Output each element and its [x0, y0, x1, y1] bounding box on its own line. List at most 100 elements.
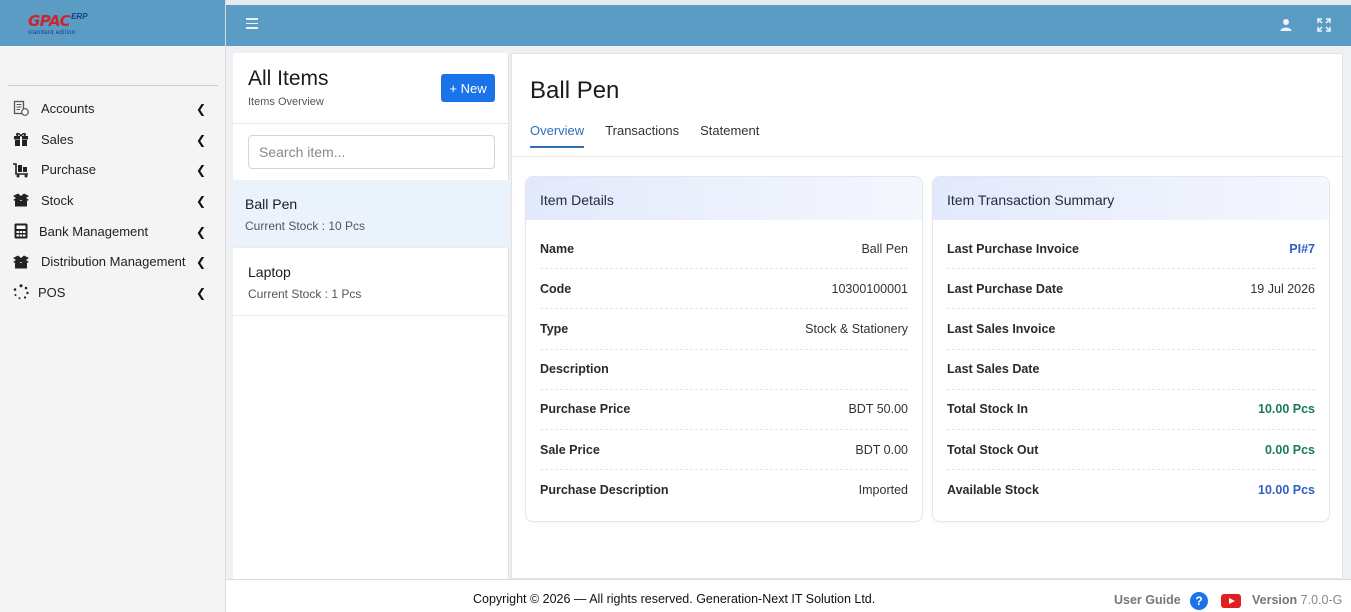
logo-subtitle: standard edition [28, 30, 76, 36]
sidebar-item-stock[interactable]: Stock ❮ [0, 185, 226, 216]
sidebar: GPACERP standard edition Accounts ❮ Sale… [0, 0, 226, 612]
sidebar-item-label: POS [38, 284, 66, 300]
list-item[interactable]: Laptop Current Stock : 1 Pcs [233, 248, 509, 316]
sidebar-item-sales[interactable]: Sales ❮ [0, 124, 226, 155]
brand-bar: GPACERP standard edition [0, 0, 225, 46]
row-label: Code [540, 281, 572, 296]
row-label: Purchase Description [540, 483, 669, 498]
sidebar-item-purchase[interactable]: Purchase ❮ [0, 154, 226, 185]
items-list: Ball Pen Current Stock : 10 Pcs Laptop C… [233, 180, 509, 316]
tab-statement[interactable]: Statement [700, 123, 759, 148]
sidebar-item-label: Accounts [41, 100, 95, 116]
sidebar-menu: Accounts ❮ Sales ❮ Purchase ❮ Stock ❮ Ba… [0, 93, 226, 308]
sidebar-item-pos[interactable]: POS ❮ [0, 277, 226, 308]
row-label: Sale Price [540, 442, 600, 457]
card-title: Item Details [526, 177, 922, 220]
summary-row: Total Stock Out 0.00 Pcs [947, 430, 1315, 471]
row-label: Type [540, 321, 569, 336]
calculator-icon [11, 223, 31, 239]
tabs-divider [512, 156, 1342, 157]
menu-toggle-icon[interactable] [246, 18, 258, 29]
item-details-card: Item Details Name Ball Pen Code 1030010000… [525, 176, 923, 522]
detail-row: Purchase Description Imported [540, 470, 908, 510]
row-value: BDT 50.00 [848, 402, 908, 417]
summary-row: Last Purchase Date 19 Jul 2026 [947, 269, 1315, 310]
list-divider [233, 123, 509, 124]
chevron-left-icon: ❮ [195, 286, 206, 301]
row-label: Last Purchase Invoice [947, 241, 1080, 256]
detail-row: Description [540, 350, 908, 390]
sidebar-item-distribution-management[interactable]: Distribution Management ❮ [0, 246, 226, 277]
chevron-left-icon: ❮ [195, 224, 206, 239]
search-input[interactable] [248, 135, 495, 169]
detail-row: Sale Price BDT 0.00 [540, 430, 908, 471]
row-value: Imported [858, 483, 908, 498]
version-label: Version [1252, 593, 1298, 607]
items-list-panel: All Items Items Overview + New Ball Pen … [233, 53, 509, 579]
row-value: Ball Pen [861, 241, 908, 256]
user-guide-link[interactable]: User Guide [1114, 593, 1181, 607]
item-detail-panel: Ball Pen Overview Transactions Statement… [511, 53, 1343, 579]
footer: Copyright © 2026 — All rights reserved. … [226, 579, 1351, 612]
fullscreen-icon[interactable] [1317, 18, 1331, 32]
summary-row: Total Stock In 10.00 Pcs [947, 390, 1315, 430]
sidebar-item-accounts[interactable]: Accounts ❮ [0, 93, 226, 124]
row-label: Available Stock [947, 483, 1039, 498]
row-value: 19 Jul 2026 [1250, 281, 1315, 296]
transaction-summary-card: Item Transaction Summary Last Purchase I… [932, 176, 1330, 522]
copyright-text: Copyright © 2026 — All rights reserved. … [473, 592, 876, 606]
row-label: Last Sales Invoice [947, 321, 1056, 336]
user-icon[interactable] [1279, 18, 1293, 32]
row-label: Name [540, 241, 575, 256]
logo-text: GPAC [28, 12, 71, 30]
list-subtitle: Items Overview [248, 96, 324, 108]
detail-row: Purchase Price BDT 50.00 [540, 390, 908, 430]
top-bar [226, 5, 1351, 46]
list-title: All Items [248, 67, 329, 90]
help-icon[interactable]: ? [1190, 592, 1208, 610]
list-item[interactable]: Ball Pen Current Stock : 10 Pcs [233, 180, 509, 248]
page-title: Ball Pen [530, 77, 620, 104]
sidebar-item-bank-management[interactable]: Bank Management ❮ [0, 216, 226, 247]
version-text: Version 7.0.0-G [1252, 593, 1342, 607]
chevron-left-icon: ❮ [195, 132, 206, 147]
row-label: Purchase Price [540, 402, 631, 417]
summary-row: Last Sales Date [947, 350, 1315, 390]
detail-row: Name Ball Pen [540, 229, 908, 270]
sidebar-item-label: Purchase [41, 162, 96, 178]
item-stock: Current Stock : 10 Pcs [245, 219, 366, 233]
sidebar-item-label: Bank Management [39, 223, 149, 239]
sidebar-divider [8, 85, 218, 86]
cart-icon [11, 162, 31, 178]
summary-row: Last Sales Invoice [947, 309, 1315, 350]
chevron-left-icon: ❮ [195, 163, 206, 178]
detail-row: Type Stock & Stationery [540, 309, 908, 350]
summary-row: Last Purchase Invoice PI#7 [947, 229, 1315, 270]
tab-overview[interactable]: Overview [530, 123, 585, 148]
detail-row: Code 10300100001 [540, 269, 908, 310]
item-name: Ball Pen [245, 196, 298, 212]
sidebar-item-label: Sales [41, 131, 74, 147]
row-value: Stock & Stationery [805, 321, 908, 336]
youtube-icon[interactable] [1221, 594, 1241, 608]
spinner-icon [11, 284, 31, 300]
detail-tabs: Overview Transactions Statement [530, 123, 780, 148]
ledger-icon [11, 100, 31, 117]
app-logo[interactable]: GPACERP standard edition [28, 12, 92, 42]
box-icon [11, 254, 31, 270]
purchase-invoice-link[interactable]: PI#7 [1289, 242, 1315, 256]
row-value: 0.00 Pcs [1264, 442, 1315, 457]
box-icon [11, 192, 31, 208]
sidebar-item-label: Stock [41, 192, 74, 208]
card-title: Item Transaction Summary [933, 177, 1329, 220]
tab-transactions[interactable]: Transactions [605, 123, 679, 148]
new-item-button[interactable]: + New [441, 74, 495, 102]
row-label: Description [540, 362, 609, 377]
row-value: 10.00 Pcs [1258, 402, 1315, 417]
sidebar-item-label: Distribution Management [41, 254, 186, 270]
chevron-left-icon: ❮ [195, 194, 206, 209]
logo-erp-text: ERP [71, 12, 88, 21]
row-value: BDT 0.00 [855, 442, 908, 457]
chevron-left-icon: ❮ [195, 102, 206, 116]
row-value: 10300100001 [831, 281, 908, 296]
